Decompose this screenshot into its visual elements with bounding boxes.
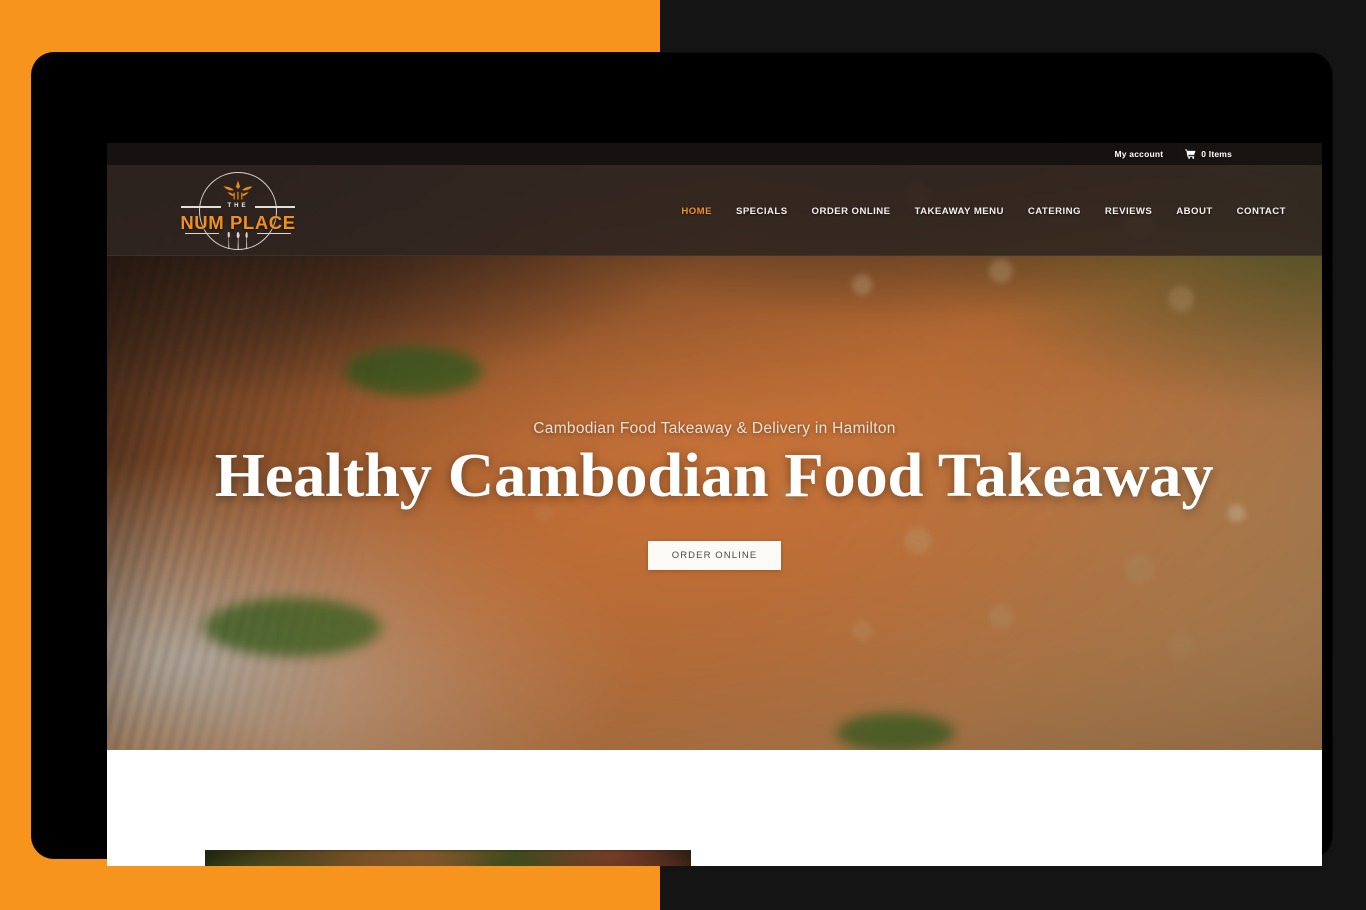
browser-screen: My account 0 Items THE NUM PLACE HOME SP…	[107, 143, 1322, 866]
hero-section: Cambodian Food Takeaway & Delivery in Ha…	[107, 256, 1322, 750]
utility-topbar: My account 0 Items	[107, 143, 1322, 165]
hero-title: Healthy Cambodian Food Takeaway	[215, 441, 1214, 510]
cart-items-label: 0 Items	[1201, 149, 1232, 159]
content-section-below-hero	[107, 750, 1322, 866]
device-bezel: My account 0 Items THE NUM PLACE HOME SP…	[32, 53, 1332, 866]
star-flower-ornament-icon	[221, 179, 255, 203]
nav-item-order-online[interactable]: ORDER ONLINE	[812, 206, 891, 217]
food-card-image	[205, 850, 691, 866]
header-inner: THE NUM PLACE HOME SPECIALS ORDER ONLINE…	[107, 165, 1322, 256]
logo-name-text: NUM PLACE	[180, 211, 296, 233]
logo-rule-right	[255, 206, 295, 208]
nav-item-about[interactable]: ABOUT	[1176, 206, 1212, 217]
logo-rule2-left	[185, 232, 219, 234]
logo-the-text: THE	[227, 202, 249, 209]
logo-rule2-right	[257, 232, 291, 234]
my-account-label: My account	[1114, 149, 1164, 159]
cart-link[interactable]: 0 Items	[1185, 149, 1232, 159]
logo-rule-left	[181, 206, 221, 208]
nav-item-catering[interactable]: CATERING	[1028, 206, 1081, 217]
main-navigation: HOME SPECIALS ORDER ONLINE TAKEAWAY MENU…	[681, 204, 1286, 217]
fork-knife-spoon-icon	[225, 231, 251, 249]
nav-item-specials[interactable]: SPECIALS	[736, 206, 788, 217]
nav-item-takeaway-menu[interactable]: TAKEAWAY MENU	[915, 206, 1004, 217]
nav-item-home[interactable]: HOME	[681, 206, 712, 217]
site-logo[interactable]: THE NUM PLACE	[179, 170, 297, 252]
food-image-card[interactable]	[205, 850, 691, 866]
my-account-link[interactable]: My account	[1115, 149, 1164, 159]
hero-subtitle: Cambodian Food Takeaway & Delivery in Ha…	[533, 419, 896, 437]
screenshot-stage: My account 0 Items THE NUM PLACE HOME SP…	[0, 0, 1366, 910]
site-header: My account 0 Items THE NUM PLACE HOME SP…	[107, 143, 1322, 256]
nav-item-contact[interactable]: CONTACT	[1237, 206, 1286, 217]
nav-item-reviews[interactable]: REVIEWS	[1105, 206, 1152, 217]
order-online-button[interactable]: ORDER ONLINE	[647, 541, 782, 571]
shopping-cart-icon	[1185, 149, 1196, 159]
